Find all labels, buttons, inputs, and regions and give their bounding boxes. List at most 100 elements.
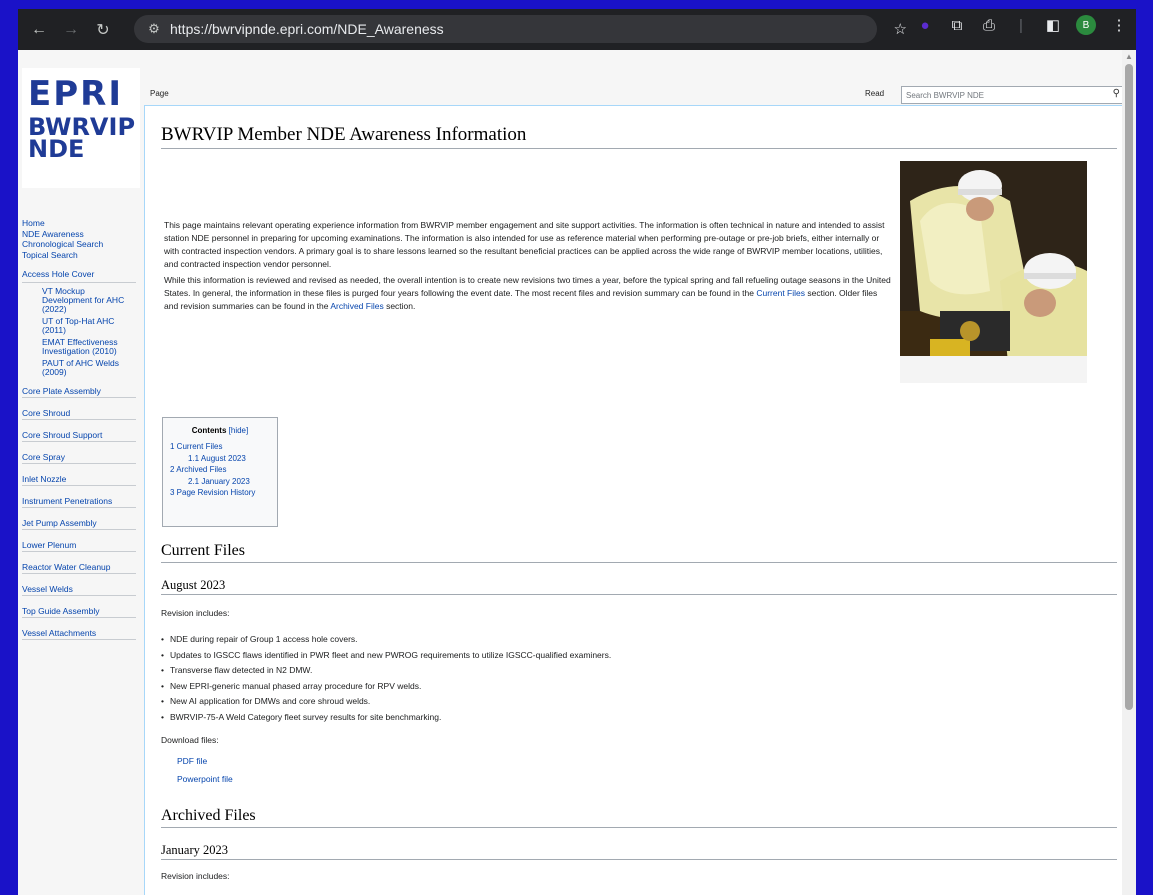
- toolbar-actions: ● ⧉ ⎙ | ◧ B ⋮: [916, 15, 1128, 35]
- toc-title-text: Contents: [191, 426, 227, 435]
- toc-link-0[interactable]: 1 Current Files: [170, 441, 277, 453]
- sidebar-section-3[interactable]: Core Spray: [18, 451, 140, 463]
- main-content: BWRVIP Member NDE Awareness Information …: [144, 105, 1122, 895]
- sidebar-section-10[interactable]: Top Guide Assembly: [18, 605, 140, 617]
- logo-bwrvip: BWRVIP NDE: [28, 115, 135, 163]
- back-icon[interactable]: ←: [26, 17, 52, 43]
- archived-revision-includes-label: Revision includes:: [161, 871, 230, 881]
- sidebar-subitem-line: (2009): [42, 367, 67, 377]
- sidebar-divider: [22, 573, 136, 574]
- sidebar-item-3[interactable]: Topical Search: [18, 250, 140, 261]
- inspection-photo-art: [900, 161, 1087, 383]
- revision-item: NDE during repair of Group 1 access hole…: [161, 632, 611, 648]
- sidebar-subitem-line: PAUT of AHC Welds: [42, 358, 119, 368]
- site-info-icon[interactable]: ⚙: [146, 21, 162, 37]
- sidebar-divider: [22, 419, 136, 420]
- powerpoint-file-link[interactable]: Powerpoint file: [177, 774, 233, 784]
- address-bar[interactable]: ⚙ https://bwrvipnde.epri.com/NDE_Awarene…: [134, 15, 907, 43]
- reload-icon[interactable]: ↻: [90, 17, 116, 43]
- current-files-heading: Current Files: [161, 542, 1117, 563]
- sidebar-nav: Home NDE Awareness Chronological Search Top…: [18, 200, 140, 649]
- sidebar-sections: Core Plate Assembly Core Shroud Core Shrou…: [18, 385, 140, 640]
- sidebar-section-5[interactable]: Instrument Penetrations: [18, 495, 140, 507]
- intro-text: This page maintains relevant operating e…: [164, 219, 892, 316]
- more-menu-icon[interactable]: ⋮: [1110, 16, 1128, 34]
- intro-paragraph-1: This page maintains relevant operating e…: [164, 220, 885, 269]
- sidebar-top-links: Home NDE Awareness Chronological Search Top…: [18, 218, 140, 260]
- url-text[interactable]: https://bwrvipnde.epri.com/NDE_Awareness: [170, 21, 444, 37]
- pdf-file-link[interactable]: PDF file: [177, 756, 207, 766]
- logo-line3: NDE: [28, 135, 85, 163]
- separator-icon: |: [1019, 16, 1023, 34]
- tab-search-icon[interactable]: ⧉: [948, 17, 966, 34]
- toc-items: 1 Current Files 1.1 August 2023 2 Archived…: [163, 441, 277, 499]
- sidebar-section-4[interactable]: Inlet Nozzle: [18, 473, 140, 485]
- sidebar-divider: [22, 282, 136, 283]
- sidebar-section-2[interactable]: Core Shroud Support: [18, 429, 140, 441]
- sidebar-subitem-0[interactable]: VT Mockup Development for AHC (2022): [18, 287, 140, 314]
- logo-epri: EPRI: [28, 74, 123, 114]
- sidebar-section-0[interactable]: Core Plate Assembly: [18, 385, 140, 397]
- revision-item: New AI application for DMWs and core shr…: [161, 694, 611, 710]
- scroll-thumb[interactable]: [1125, 64, 1133, 710]
- sidebar-divider: [22, 595, 136, 596]
- table-of-contents: Contents [hide] 1 Current Files 1.1 Augus…: [162, 417, 278, 527]
- sidebar-divider: [22, 617, 136, 618]
- tab-page[interactable]: Page: [150, 89, 169, 98]
- sidebar-divider: [22, 551, 136, 552]
- toc-link-4[interactable]: 3 Page Revision History: [170, 487, 277, 499]
- sidebar-section-7[interactable]: Lower Plenum: [18, 539, 140, 551]
- sidebar-subitem-1[interactable]: UT of Top-Hat AHC (2011): [18, 317, 140, 335]
- sidebar-subitem-line: UT of Top-Hat AHC: [42, 316, 115, 326]
- sidebar-subitem-line: (2022): [42, 304, 67, 314]
- extensions-puzzle-icon[interactable]: ⎙: [980, 17, 998, 34]
- sidebar-subitem-3[interactable]: PAUT of AHC Welds (2009): [18, 359, 140, 377]
- revision-item: New EPRI-generic manual phased array pro…: [161, 679, 611, 695]
- page-viewport: EPRI BWRVIP NDE Home NDE Awareness Chronol…: [18, 50, 1122, 895]
- toc-hide-toggle[interactable]: [hide]: [229, 426, 249, 435]
- sidebar-group-heading[interactable]: Access Hole Cover: [18, 269, 140, 279]
- sidebar-subitem-line: Investigation (2010): [42, 346, 117, 356]
- sidebar-item-1[interactable]: NDE Awareness: [18, 229, 140, 240]
- sidebar-section-1[interactable]: Core Shroud: [18, 407, 140, 419]
- search-input[interactable]: Search BWRVIP NDE ⚲: [901, 86, 1122, 104]
- search-icon[interactable]: ⚲: [1113, 88, 1120, 99]
- toc-link-3[interactable]: 2.1 January 2023: [188, 476, 277, 488]
- forward-icon[interactable]: →: [58, 17, 84, 43]
- vertical-scrollbar[interactable]: ▲: [1122, 50, 1136, 895]
- sidebar-group-items: VT Mockup Development for AHC (2022) UT of …: [18, 287, 140, 377]
- toc-link-2[interactable]: 2 Archived Files: [170, 464, 277, 476]
- extension-icon[interactable]: ●: [916, 17, 934, 34]
- sidebar-section-6[interactable]: Jet Pump Assembly: [18, 517, 140, 529]
- revision-item: Updates to IGSCC flaws identified in PWR…: [161, 648, 611, 664]
- profile-avatar[interactable]: B: [1076, 15, 1096, 35]
- august-2023-heading: August 2023: [161, 578, 1117, 595]
- current-files-link[interactable]: Current Files: [756, 288, 805, 298]
- archived-files-link[interactable]: Archived Files: [330, 301, 383, 311]
- sidebar-section-11[interactable]: Vessel Attachments: [18, 627, 140, 639]
- sidebar-item-0[interactable]: Home: [18, 218, 140, 229]
- archived-files-heading: Archived Files: [161, 807, 1117, 828]
- inspection-photo: [900, 161, 1087, 383]
- page-title: BWRVIP Member NDE Awareness Information: [161, 124, 1117, 149]
- toc-link-1[interactable]: 1.1 August 2023: [188, 453, 277, 465]
- sidebar-divider: [22, 639, 136, 640]
- toc-title: Contents [hide]: [163, 426, 277, 435]
- revision-item: BWRVIP-75-A Weld Category fleet survey r…: [161, 710, 611, 726]
- browser-toolbar: ← → ↻ ⚙ https://bwrvipnde.epri.com/NDE_A…: [18, 9, 1136, 50]
- side-panel-icon[interactable]: ◧: [1044, 16, 1062, 34]
- sidebar-subitem-2[interactable]: EMAT Effectiveness Investigation (2010): [18, 338, 140, 356]
- sidebar-item-2[interactable]: Chronological Search: [18, 239, 140, 250]
- sidebar-divider: [22, 507, 136, 508]
- scroll-up-icon[interactable]: ▲: [1125, 52, 1133, 61]
- sidebar-section-9[interactable]: Vessel Welds: [18, 583, 140, 595]
- tab-read[interactable]: Read: [865, 89, 884, 98]
- site-logo[interactable]: EPRI BWRVIP NDE: [22, 68, 140, 188]
- revision-includes-label: Revision includes:: [161, 608, 230, 618]
- sidebar-divider: [22, 463, 136, 464]
- browser-window: ← → ↻ ⚙ https://bwrvipnde.epri.com/NDE_A…: [18, 9, 1136, 895]
- sidebar-section-8[interactable]: Reactor Water Cleanup: [18, 561, 140, 573]
- sidebar-divider: [22, 529, 136, 530]
- bookmark-star-icon[interactable]: ☆: [894, 20, 907, 38]
- sidebar-subitem-line: Development for AHC: [42, 295, 125, 305]
